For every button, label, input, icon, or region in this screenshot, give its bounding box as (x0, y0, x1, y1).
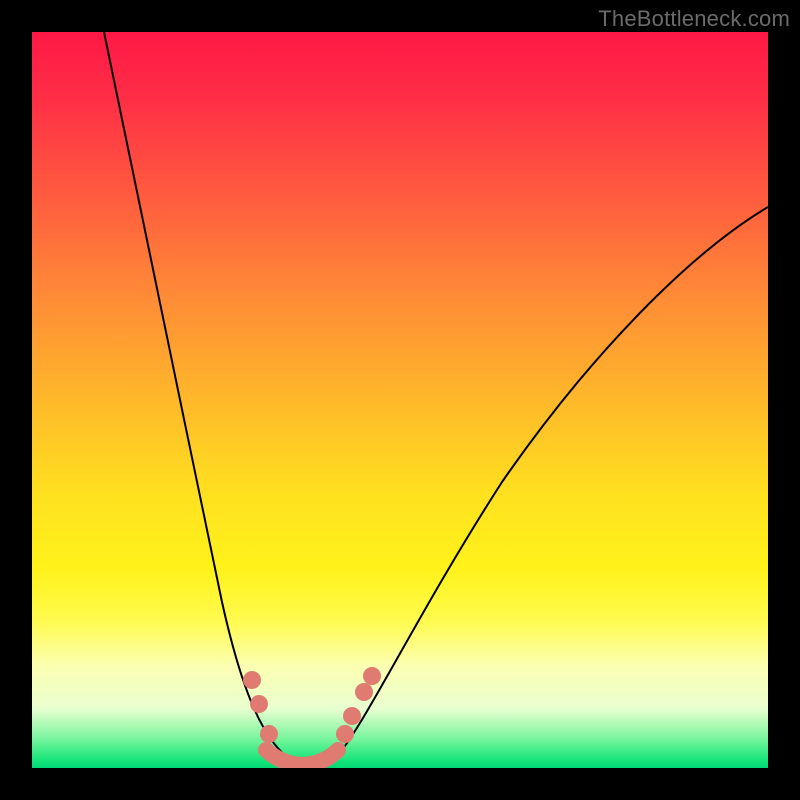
dot-left-2 (250, 695, 268, 713)
curve-left-branch (104, 32, 294, 762)
curve-right-branch (332, 207, 768, 762)
dot-right-4 (363, 667, 381, 685)
dot-right-3 (355, 683, 373, 701)
floor-worm (266, 750, 338, 765)
outer-frame: TheBottleneck.com (0, 0, 800, 800)
dot-right-2 (343, 707, 361, 725)
dot-right-1 (336, 725, 354, 743)
curve-svg (32, 32, 768, 768)
dot-left-3 (260, 725, 278, 743)
dot-left-1 (243, 671, 261, 689)
plot-area (32, 32, 768, 768)
watermark-text: TheBottleneck.com (598, 6, 790, 32)
